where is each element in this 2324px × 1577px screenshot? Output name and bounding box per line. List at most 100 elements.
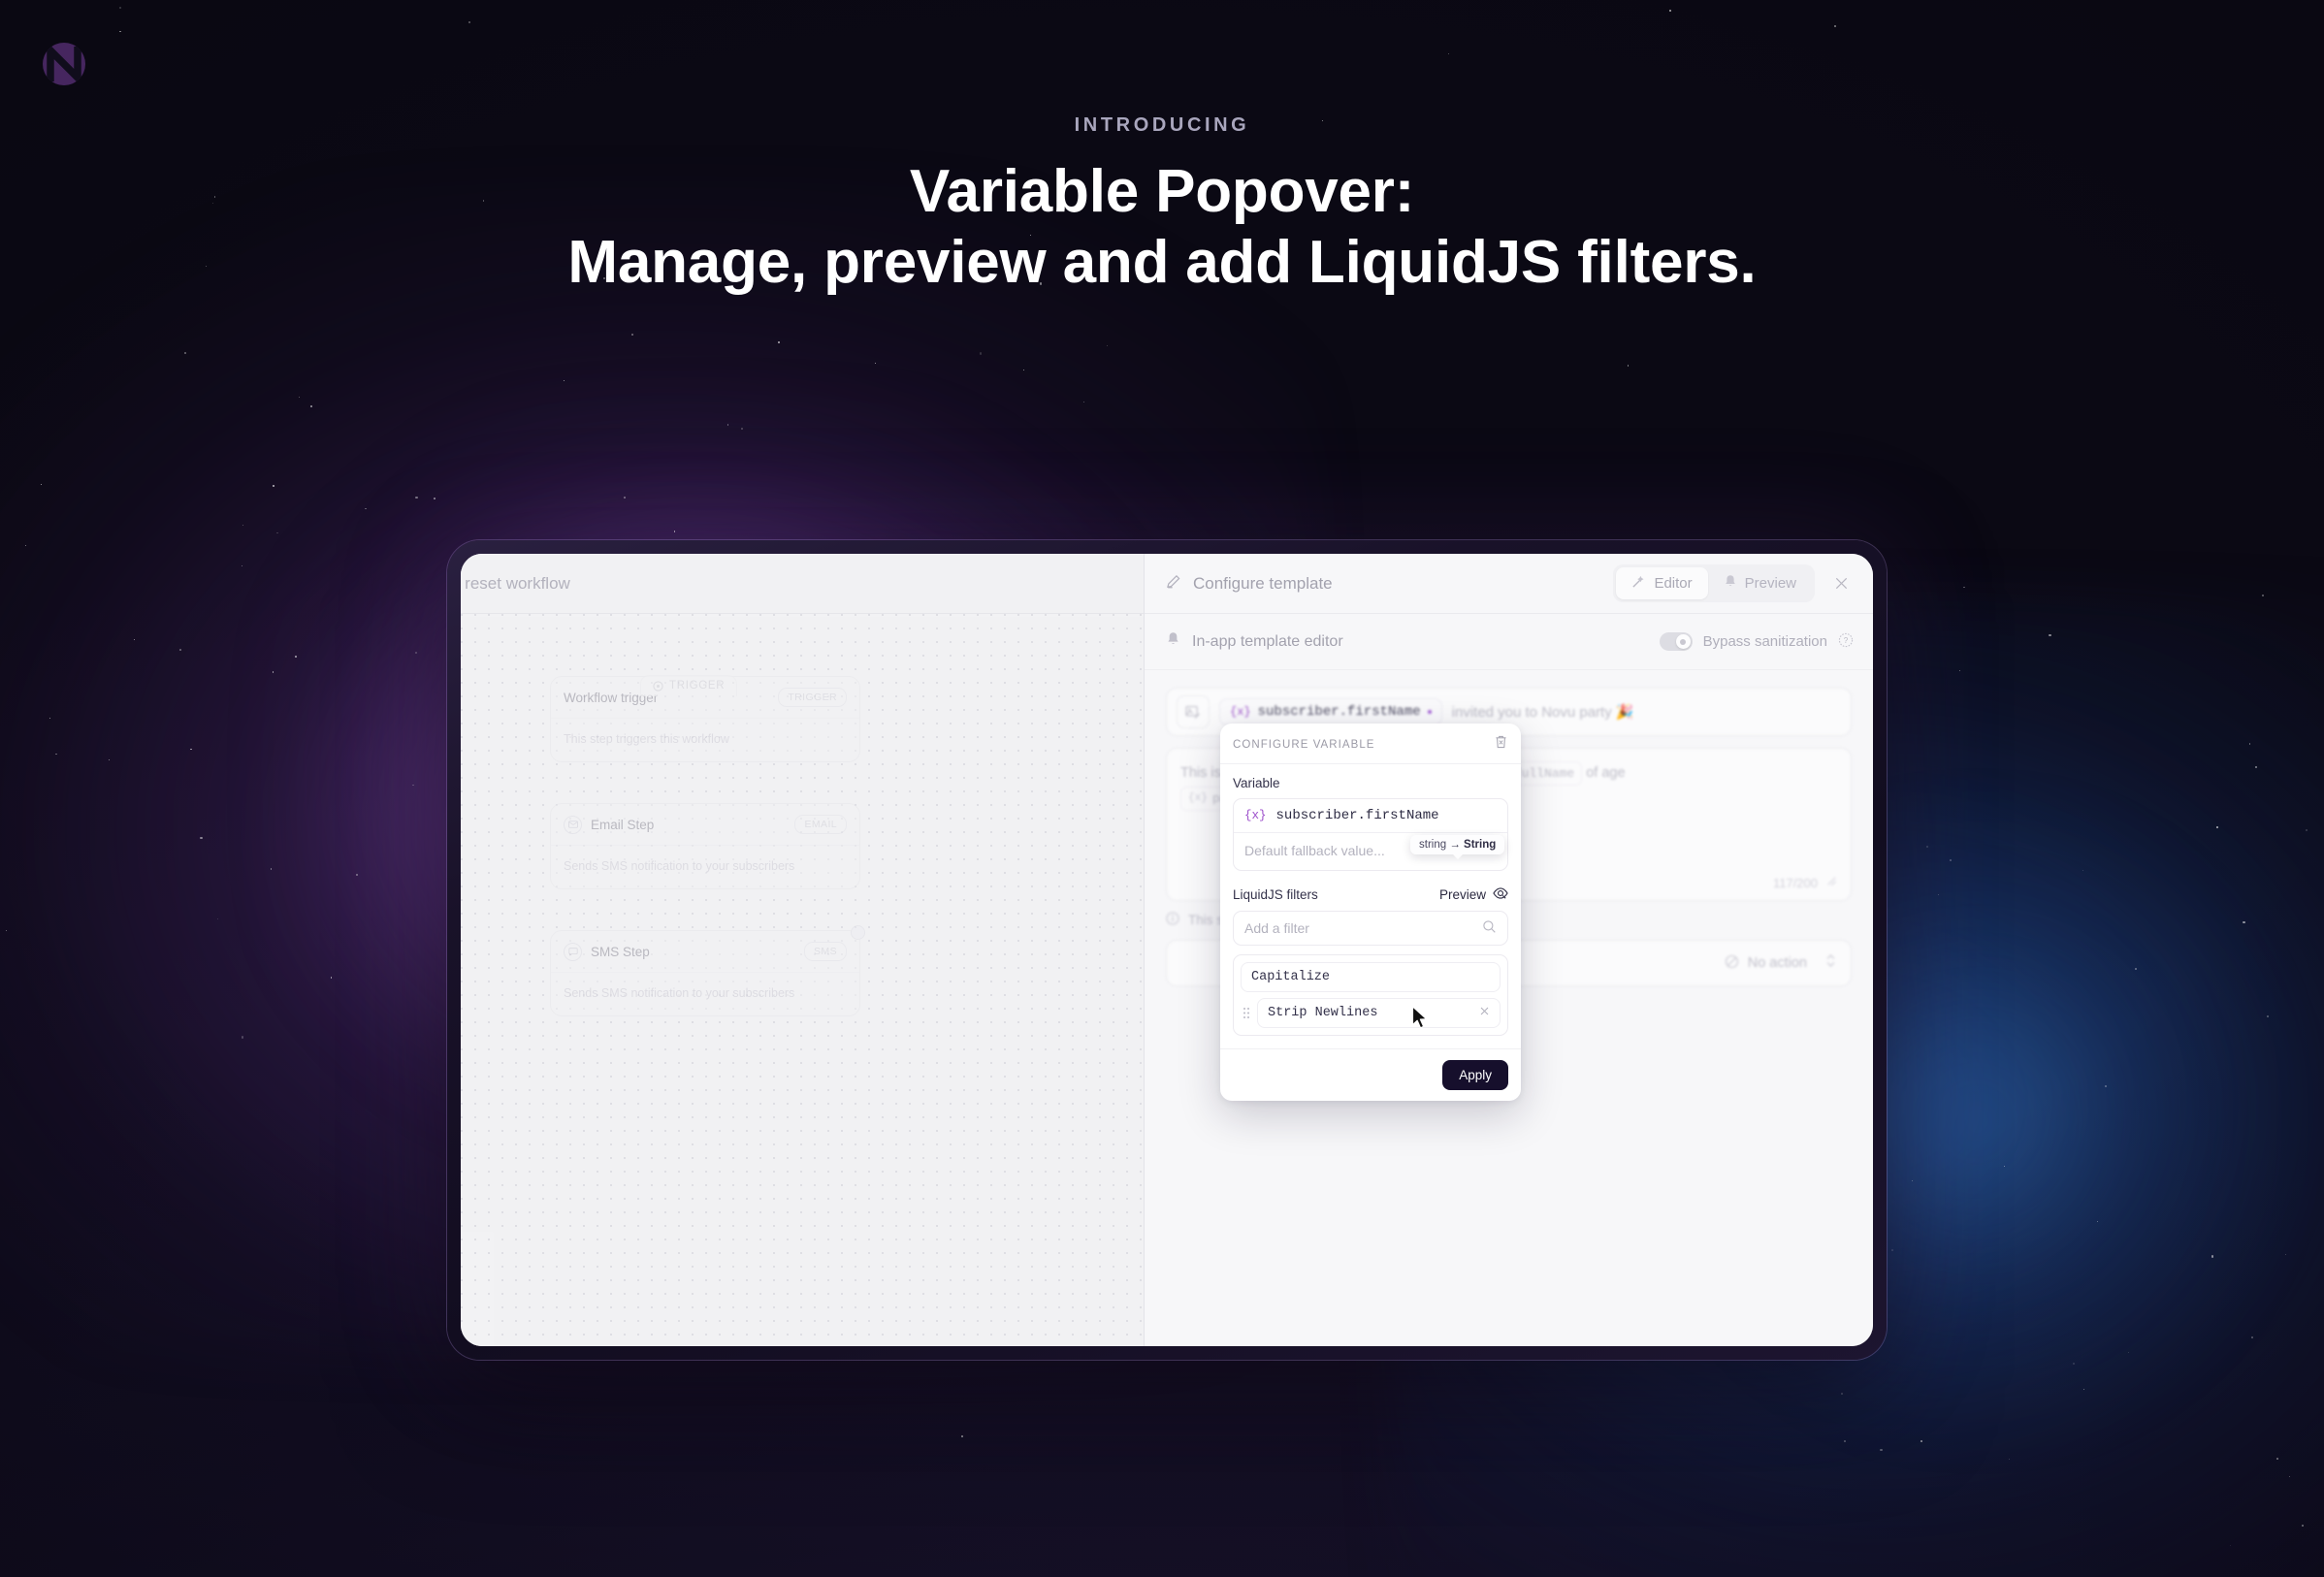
tooltip-from-type: string [1419, 839, 1447, 851]
step-badge-label: SMS [804, 942, 847, 961]
editor-hint-text: This s [1188, 913, 1224, 927]
preview-button[interactable]: Preview [1439, 886, 1508, 903]
close-icon[interactable] [1828, 571, 1854, 596]
add-filter-input[interactable]: Add a filter [1233, 911, 1508, 946]
bell-icon [1724, 574, 1737, 593]
chevron-updown-icon[interactable] [1824, 952, 1837, 974]
eye-icon [1493, 886, 1508, 903]
character-counter: 117/200 [1773, 875, 1838, 890]
variable-braces-icon: {x} [1230, 705, 1251, 719]
type-tooltip: string → String [1410, 835, 1505, 854]
filter-item[interactable]: Strip Newlines [1257, 998, 1501, 1028]
fallback-placeholder: Default fallback value... [1244, 843, 1385, 858]
svg-text:?: ? [1844, 636, 1849, 645]
pencil-icon [1166, 573, 1182, 595]
hero-heading-block: INTRODUCING Variable Popover: Manage, pr… [0, 114, 2324, 298]
wand-icon [1631, 574, 1646, 593]
no-action-icon [1725, 954, 1739, 973]
bypass-sanitization-toggle[interactable] [1659, 632, 1693, 651]
content-line1-prefix: This is [1180, 765, 1221, 781]
filter-name: Capitalize [1251, 970, 1331, 984]
subject-variable-name: subscriber.firstName [1257, 704, 1421, 720]
preview-label: Preview [1438, 887, 1486, 902]
tooltip-arrow-icon: → [1449, 839, 1461, 851]
variable-braces-icon: {x} [1188, 792, 1208, 805]
bell-icon [1166, 631, 1180, 652]
applied-filters-list: Capitalize Strip Newlines [1233, 954, 1508, 1036]
drag-handle-icon[interactable] [1241, 1007, 1251, 1019]
info-icon [1166, 912, 1179, 928]
novu-logo-icon [41, 41, 87, 87]
configure-variable-popover: CONFIGURE VARIABLE Variable {x} subscrib… [1220, 724, 1521, 1101]
step-badge-label: EMAIL [794, 815, 847, 834]
apply-button[interactable]: Apply [1442, 1060, 1508, 1090]
bypass-sanitization-control[interactable]: Bypass sanitization ? [1659, 632, 1854, 652]
step-description: Sends SMS notification to your subscribe… [551, 972, 859, 1015]
tab-preview[interactable]: Preview [1708, 567, 1812, 599]
variable-status-dot [1427, 710, 1432, 714]
popover-footer: Apply [1220, 1048, 1521, 1101]
workflow-step-sms[interactable]: SMS Step SMS Sends SMS notification to y… [550, 925, 865, 1016]
subject-variable-chip[interactable]: {x} subscriber.firstName [1219, 698, 1442, 725]
tooltip-to-type: String [1464, 839, 1497, 851]
workflow-topbar: d reset workflow [461, 554, 1144, 614]
tab-preview-label: Preview [1744, 575, 1796, 592]
workflow-canvas[interactable]: TRIGGER Workflow trigger TRIGGER This st… [461, 614, 1144, 1346]
filter-name: Strip Newlines [1268, 1006, 1378, 1020]
device-frame: d reset workflow TRIGGER Workflow trigge… [447, 540, 1887, 1360]
hero-eyebrow: INTRODUCING [1074, 114, 1250, 136]
workflow-step-trigger[interactable]: TRIGGER Workflow trigger TRIGGER This st… [550, 675, 860, 762]
bypass-sanitization-label: Bypass sanitization [1702, 633, 1827, 650]
search-icon [1482, 919, 1497, 937]
template-header: Configure template Editor Preview [1145, 554, 1873, 614]
counter-value: 117/200 [1772, 875, 1818, 890]
image-icon [1177, 695, 1210, 728]
email-icon [564, 815, 582, 834]
step-description: This step triggers this workflow [551, 718, 859, 761]
variable-name-field[interactable]: {x} subscriber.firstName [1234, 799, 1507, 833]
filter-row-draggable[interactable]: Strip Newlines [1241, 998, 1501, 1028]
step-header: SMS Step SMS [551, 931, 859, 972]
editor-preview-tabs: Editor Preview [1613, 564, 1815, 602]
step-badge-label: TRIGGER [778, 688, 847, 707]
trigger-tab: TRIGGER [640, 675, 738, 696]
trigger-tab-label: TRIGGER [669, 680, 726, 692]
step-description: Sends SMS notification to your subscribe… [551, 845, 859, 888]
trigger-icon [653, 680, 663, 692]
trash-icon[interactable] [1494, 734, 1508, 755]
sms-icon [564, 942, 582, 961]
workflow-panel: d reset workflow TRIGGER Workflow trigge… [461, 554, 1145, 1346]
popover-title: CONFIGURE VARIABLE [1233, 738, 1375, 751]
filter-item[interactable]: Capitalize [1241, 962, 1501, 992]
app-screen: d reset workflow TRIGGER Workflow trigge… [461, 554, 1873, 1346]
popover-header: CONFIGURE VARIABLE [1220, 724, 1521, 764]
question-icon[interactable]: ? [1838, 632, 1854, 652]
hero-title-line2: Manage, preview and add LiquidJS filters… [567, 229, 1757, 297]
variable-name-value: subscriber.firstName [1275, 808, 1439, 823]
resize-handle-icon[interactable] [1825, 875, 1838, 890]
variable-braces-icon: {x} [1244, 809, 1267, 822]
workflow-topbar-label: d reset workflow [461, 573, 570, 593]
step-title: SMS Step [591, 944, 650, 959]
page-title: Variable Popover: Manage, preview and ad… [0, 156, 2324, 298]
popover-body: Variable {x} subscriber.firstName Defaul… [1220, 764, 1521, 1040]
mouse-cursor [1411, 1006, 1430, 1036]
action-value: No action [1747, 955, 1807, 971]
step-warning-badge [851, 925, 865, 940]
tab-editor[interactable]: Editor [1616, 567, 1708, 599]
hero-title-line1: Variable Popover: [909, 158, 1415, 225]
add-filter-placeholder: Add a filter [1244, 920, 1309, 936]
close-small-icon[interactable] [1479, 1006, 1490, 1021]
liquidjs-filters-label: LiquidJS filters [1233, 887, 1318, 902]
template-subheader: In-app template editor Bypass sanitizati… [1145, 614, 1873, 670]
content-line1-suffix: of age [1586, 765, 1626, 781]
step-header: Email Step EMAIL [551, 804, 859, 845]
action-selector[interactable]: No action [1725, 954, 1807, 973]
page-title: Configure template [1193, 573, 1333, 593]
subject-text: invited you to Novu party 🎉 [1451, 704, 1634, 721]
tab-editor-label: Editor [1654, 575, 1693, 592]
variable-label: Variable [1233, 776, 1280, 790]
step-title: Email Step [591, 817, 655, 832]
inapp-editor-label: In-app template editor [1192, 632, 1343, 650]
workflow-step-email[interactable]: Email Step EMAIL Sends SMS notification … [550, 803, 860, 889]
